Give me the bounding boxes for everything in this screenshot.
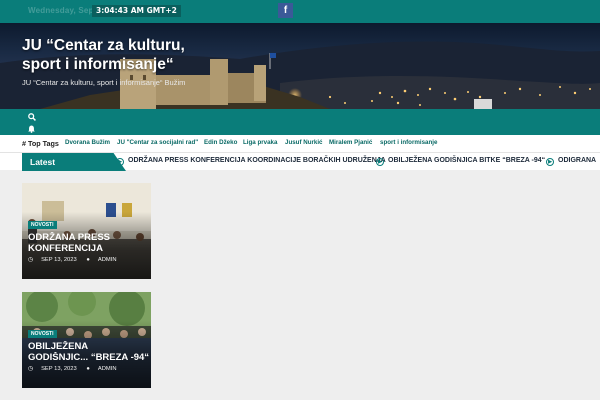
tag-link[interactable]: Jusuf Nurkić [285, 139, 322, 146]
arrow-right-icon: ▶ [546, 158, 554, 166]
clock-icon: ◷ [28, 366, 34, 372]
thumbnail-overlay [22, 292, 151, 388]
top-tags-bar: # Top Tags Dvorana Bužim JU "Centar za s… [0, 135, 600, 152]
arrow-right-icon: ▶ [116, 158, 124, 166]
clock-icon: ◷ [28, 257, 34, 263]
top-bar: Wednesday, Sep 13 3:04:43 AM GMT+2 f [0, 0, 600, 23]
main-nav [0, 109, 600, 135]
post-card[interactable]: NOVOSTI OBILJEŽENA GODIŠNJIC... “BREZA -… [22, 292, 151, 388]
post-title[interactable]: KONFERENCIJA [28, 243, 150, 254]
ticker-item-text[interactable]: OBILJEŽENA GODIŠNJICA BITKE “BREZA -94“ [388, 157, 545, 164]
arrow-right-icon: ▶ [376, 158, 384, 166]
category-badge[interactable]: NOVOSTI [28, 330, 57, 338]
latest-news-ticker: Latest ▶ ODRŽANA PRESS KONFERENCIJA KOORD… [0, 152, 600, 171]
search-icon[interactable] [28, 113, 36, 121]
post-title[interactable]: ODRŽANA PRESS [28, 232, 150, 243]
tag-link[interactable]: Edin Džeko [204, 139, 237, 146]
tag-link[interactable]: Dvorana Bužim [65, 139, 110, 146]
tag-link[interactable]: Miralem Pjanić [329, 139, 372, 146]
top-tags-label: # Top Tags [22, 139, 59, 148]
post-author[interactable]: ADMIN [98, 257, 117, 263]
user-icon: ● [86, 366, 90, 372]
thumbnail-overlay [22, 183, 151, 279]
post-author[interactable]: ADMIN [98, 366, 117, 372]
user-icon: ● [86, 257, 90, 263]
post-meta: ◷ SEP 13, 2023 ● ADMIN [28, 257, 125, 263]
tag-link[interactable]: sport i informisanje [380, 139, 437, 146]
latest-label: Latest [22, 153, 126, 171]
post-card[interactable]: NOVOSTI ODRŽANA PRESS KONFERENCIJA ◷ SEP … [22, 183, 151, 279]
clock: 3:04:43 AM GMT+2 [92, 5, 181, 17]
site-title[interactable]: JU “Centar za kulturu, sport i informisa… [22, 36, 212, 74]
ticker-item[interactable]: ▶ ODIGRANA [546, 157, 596, 166]
facebook-icon[interactable]: f [278, 3, 293, 18]
ticker-item[interactable]: ▶ OBILJEŽENA GODIŠNJICA BITKE “BREZA -94“ [376, 157, 545, 166]
ticker-item-text[interactable]: ODIGRANA [558, 157, 596, 164]
ticker-item[interactable]: ▶ ODRŽANA PRESS KONFERENCIJA KOORDINACIJE… [116, 157, 386, 166]
post-meta: ◷ SEP 13, 2023 ● ADMIN [28, 366, 125, 372]
site-header-banner: JU “Centar za kulturu, sport i informisa… [0, 23, 600, 109]
post-date[interactable]: SEP 13, 2023 [41, 257, 77, 263]
ticker-item-text[interactable]: ODRŽANA PRESS KONFERENCIJA KOORDINACIJE … [128, 157, 386, 164]
tag-link[interactable]: JU "Centar za socijalni rad" [117, 139, 198, 146]
post-title[interactable]: OBILJEŽENA [28, 341, 150, 352]
category-badge[interactable]: NOVOSTI [28, 221, 57, 229]
site-tagline: JU “Centar za kulturu, sport i informisa… [22, 78, 186, 87]
post-title[interactable]: GODIŠNJIC... “BREZA -94“ [28, 352, 150, 363]
bell-icon[interactable] [28, 125, 35, 133]
post-date[interactable]: SEP 13, 2023 [41, 366, 77, 372]
tag-link[interactable]: Liga prvaka [243, 139, 277, 146]
